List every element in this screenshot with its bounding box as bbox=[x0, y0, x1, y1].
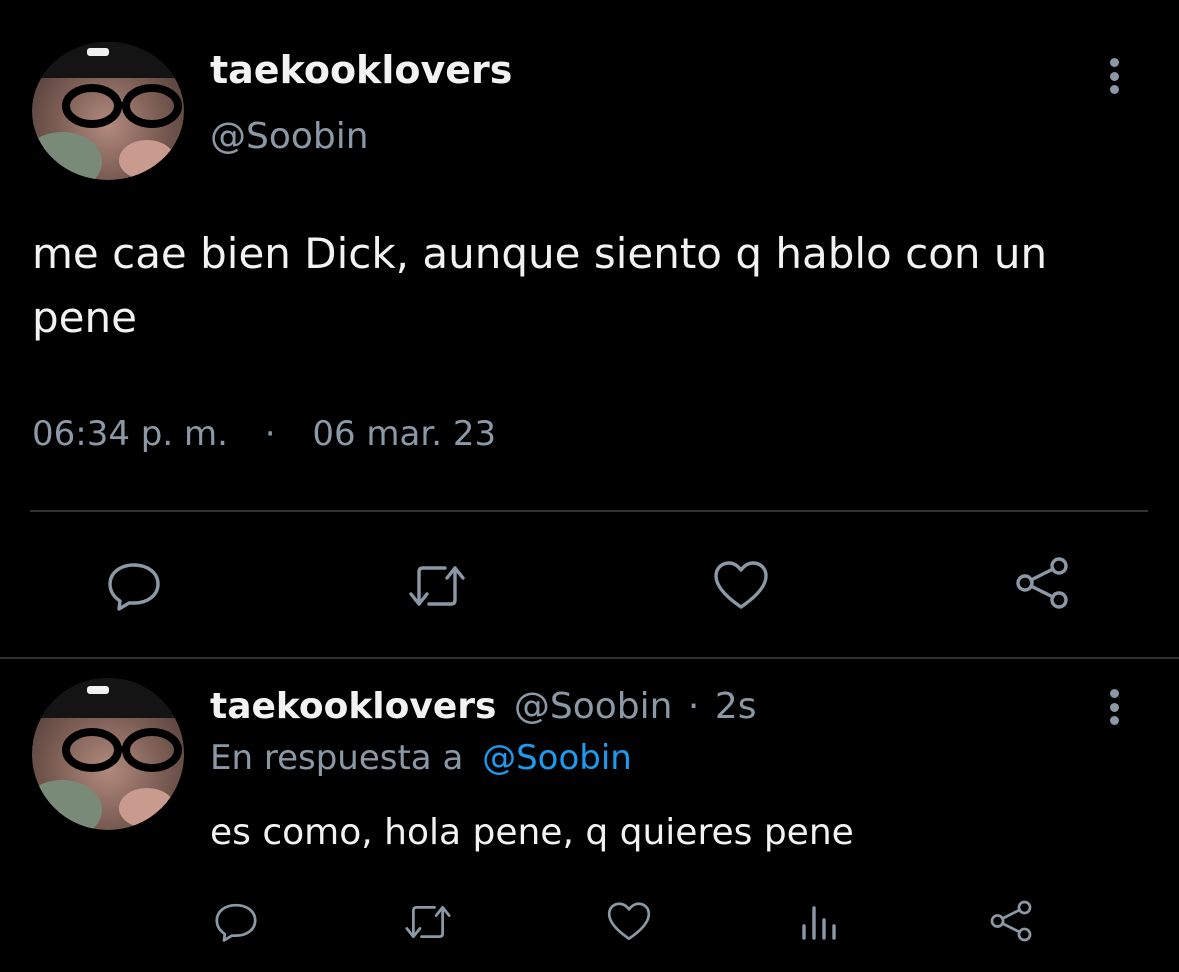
main-retweet-button[interactable] bbox=[404, 558, 470, 614]
reply-display-name[interactable]: taekooklovers bbox=[210, 686, 496, 727]
main-time-separator: · bbox=[264, 414, 276, 454]
main-time: 06:34 p. m. bbox=[32, 414, 228, 454]
main-divider bbox=[30, 510, 1148, 512]
reply-share-button[interactable] bbox=[986, 896, 1036, 946]
main-avatar[interactable] bbox=[32, 42, 184, 180]
section-divider bbox=[0, 657, 1179, 659]
reply-text: es como, hola pene, q quieres pene bbox=[210, 812, 854, 853]
main-more-options-icon[interactable] bbox=[1108, 58, 1120, 94]
reply-context: En respuesta a @Soobin bbox=[210, 738, 632, 778]
share-icon bbox=[1016, 557, 1068, 609]
reply-icon bbox=[215, 903, 257, 942]
main-display-name[interactable]: taekooklovers bbox=[210, 48, 512, 92]
retweet-icon bbox=[409, 566, 465, 606]
reply-avatar[interactable] bbox=[32, 678, 184, 830]
reply-retweet-button[interactable] bbox=[400, 898, 456, 946]
like-icon bbox=[607, 902, 651, 941]
main-date: 06 mar. 23 bbox=[312, 414, 497, 454]
reply-handle[interactable]: @Soobin bbox=[514, 686, 673, 727]
reply-more-options-icon[interactable] bbox=[1108, 689, 1120, 725]
reply-context-prefix: En respuesta a bbox=[210, 738, 464, 778]
retweet-icon bbox=[405, 905, 451, 939]
reply-header: taekooklovers @Soobin · 2s bbox=[210, 686, 757, 727]
reply-age: 2s bbox=[714, 686, 757, 727]
like-icon bbox=[714, 561, 768, 609]
share-icon bbox=[990, 900, 1032, 942]
reply-dot: · bbox=[687, 686, 700, 727]
reply-like-button[interactable] bbox=[604, 898, 654, 946]
reply-reply-button[interactable] bbox=[212, 898, 260, 946]
views-icon bbox=[802, 906, 836, 940]
reply-views-button[interactable] bbox=[796, 898, 840, 946]
reply-icon bbox=[108, 563, 160, 611]
main-reply-button[interactable] bbox=[104, 558, 164, 614]
main-timestamp: 06:34 p. m. · 06 mar. 23 bbox=[32, 414, 496, 454]
main-tweet-text: me cae bien Dick, aunque siento q hablo … bbox=[32, 229, 1048, 342]
main-like-button[interactable] bbox=[710, 558, 772, 614]
main-share-button[interactable] bbox=[1010, 552, 1074, 614]
main-handle[interactable]: @Soobin bbox=[210, 116, 369, 157]
reply-context-link[interactable]: @Soobin bbox=[482, 738, 632, 778]
